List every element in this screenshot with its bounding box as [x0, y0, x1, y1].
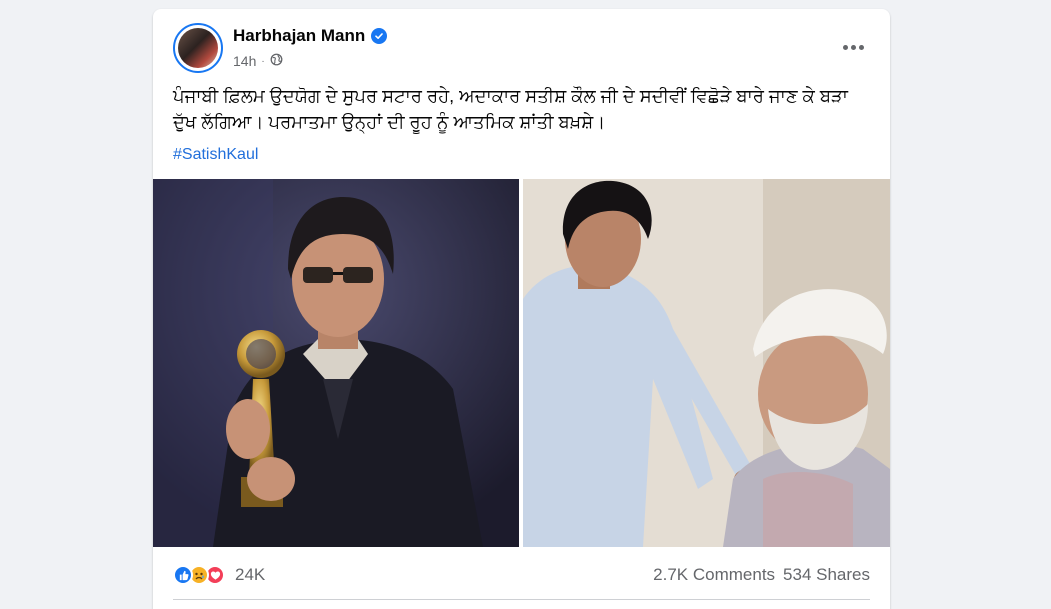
author-name[interactable]: Harbhajan Mann — [233, 26, 365, 46]
comments-count[interactable]: 2.7K Comments — [653, 565, 775, 585]
engagement-counts: 2.7K Comments 534 Shares — [653, 565, 870, 585]
photo-right-illustration — [523, 179, 890, 547]
reactions-summary[interactable]: 24K — [173, 565, 265, 585]
verified-badge-icon — [371, 28, 388, 44]
post-header: Harbhajan Mann 14h · — [153, 9, 890, 73]
more-dot — [842, 44, 848, 50]
post-card: Harbhajan Mann 14h · ਪੰਜਾਬੀ ਫ਼ਿਲਮ ਉਦਯੋਗ … — [153, 9, 890, 609]
post-photo-left[interactable] — [153, 179, 519, 547]
post-text: ਪੰਜਾਬੀ ਫ਼ਿਲਮ ਉਦਯੋਗ ਦੇ ਸੁਪਰ ਸਟਾਰ ਰਹੇ, ਅਦਾ… — [173, 86, 848, 132]
author-row: Harbhajan Mann — [233, 26, 388, 46]
more-dot — [850, 44, 856, 50]
post-photo-right[interactable] — [523, 179, 890, 547]
post-timestamp[interactable]: 14h — [233, 53, 256, 69]
avatar-image — [178, 28, 218, 68]
like-reaction-icon — [173, 565, 193, 585]
reactions-count[interactable]: 24K — [235, 565, 265, 585]
hashtag-link[interactable]: #SatishKaul — [173, 146, 258, 164]
more-dot — [858, 44, 864, 50]
author-avatar[interactable] — [173, 23, 223, 73]
actions-divider — [173, 599, 870, 600]
globe-icon[interactable] — [270, 53, 283, 69]
shares-count[interactable]: 534 Shares — [783, 565, 870, 585]
photo-left-illustration — [153, 179, 519, 547]
post-meta: 14h · — [233, 53, 283, 69]
meta-separator: · — [261, 55, 265, 67]
more-options-icon[interactable] — [838, 35, 868, 59]
post-stats: 24K 2.7K Comments 534 Shares — [173, 562, 870, 588]
